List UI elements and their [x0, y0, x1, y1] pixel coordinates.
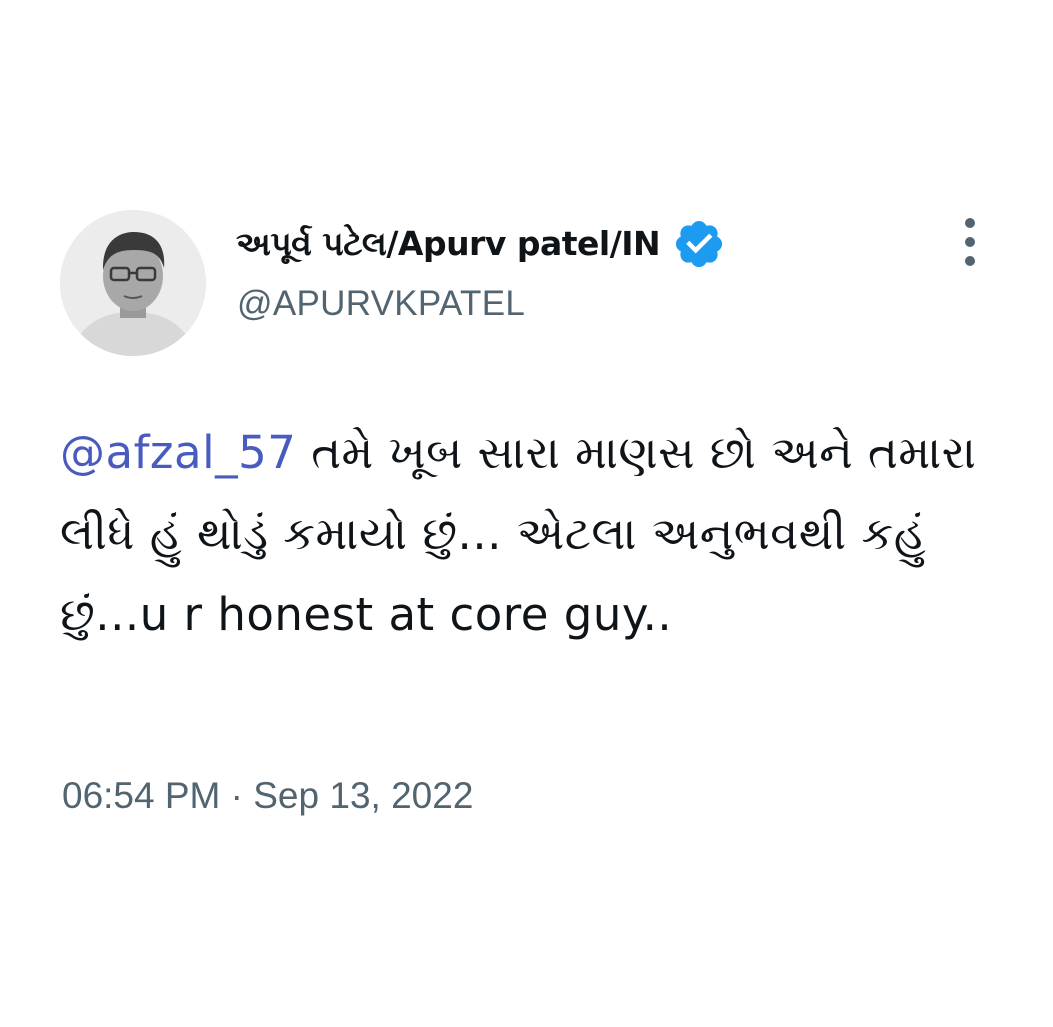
tweet-text: @afzal_57 તમે ખૂબ સારા માણસ છો અને તમારા…: [60, 412, 1000, 655]
author-handle[interactable]: @APURVKPATEL: [237, 284, 525, 324]
more-options-button[interactable]: [952, 212, 988, 272]
author-display-name[interactable]: અપૂર્વ પટેલ/Apurv patel/IN: [236, 224, 661, 264]
mention-link[interactable]: @afzal_57: [60, 426, 296, 479]
vertical-ellipsis-icon: [965, 218, 975, 228]
vertical-ellipsis-icon: [965, 237, 975, 247]
avatar-photo: [60, 210, 206, 356]
avatar[interactable]: [60, 210, 206, 356]
author-name-row[interactable]: અપૂર્વ પટેલ/Apurv patel/IN: [236, 214, 726, 274]
vertical-ellipsis-icon: [965, 256, 975, 266]
tweet-timestamp[interactable]: 06:54 PM · Sep 13, 2022: [62, 775, 473, 817]
verified-badge-icon: [672, 217, 726, 271]
